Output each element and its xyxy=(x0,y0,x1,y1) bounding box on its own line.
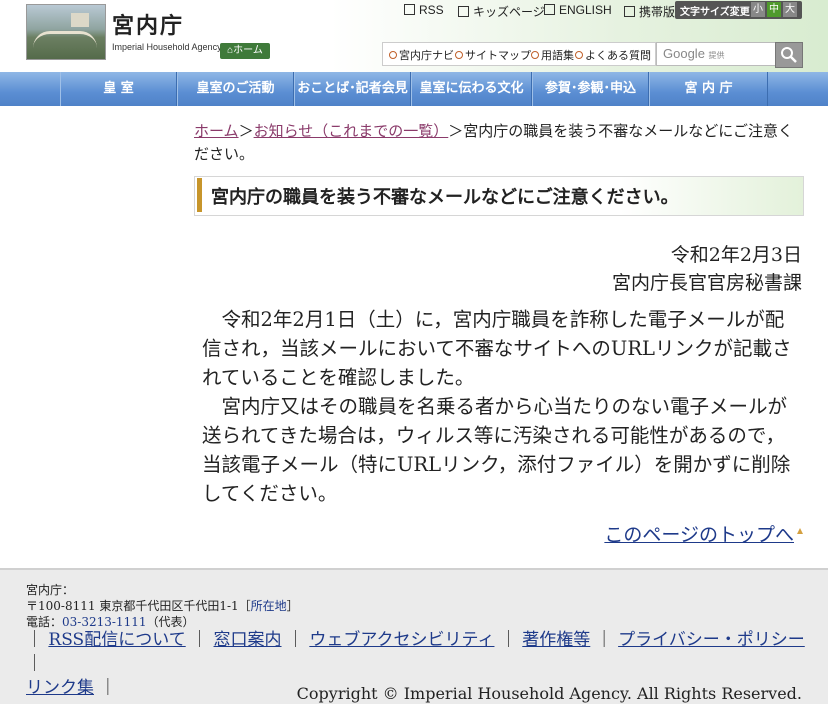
rss-icon xyxy=(404,4,415,15)
kids-icon xyxy=(458,6,469,17)
home-button-label: ホーム xyxy=(233,45,263,56)
footer-address: 〒100-8111 東京都千代田区千代田1-1［所在地］ xyxy=(26,599,299,613)
back-to-top-link[interactable]: このページのトップへ xyxy=(604,520,794,547)
search-placeholder: Google 提供 xyxy=(663,46,725,61)
glossary-link[interactable]: 用語集 xyxy=(531,47,574,63)
footer-link-accessibility[interactable]: ウェブアクセシビリティ xyxy=(309,630,494,650)
faq-link[interactable]: よくある質問 xyxy=(575,47,651,63)
global-navigation: 皇 室 皇室のご活動 おことば･記者会見 皇室に伝わる文化 参賀･参観･申込 宮… xyxy=(0,72,828,106)
page-title: 宮内庁の職員を装う不審なメールなどにご注意ください。 xyxy=(211,187,679,208)
bullet-icon xyxy=(389,51,397,59)
font-size-small-button[interactable]: 小 xyxy=(751,2,765,17)
article-org: 宮内庁長官官房秘書課 xyxy=(611,272,802,294)
rss-link[interactable]: RSS xyxy=(404,3,444,17)
sub-navigation: 宮内庁ナビ サイトマップ 用語集 よくある質問 xyxy=(382,42,656,66)
footer-org: 宮内庁： xyxy=(26,583,75,597)
nav-culture[interactable]: 皇室に伝わる文化 xyxy=(411,72,532,106)
kids-page-link[interactable]: キッズページ xyxy=(458,3,545,20)
article-date: 令和2年2月3日 xyxy=(670,244,802,266)
site-title[interactable]: 宮内庁 xyxy=(112,8,184,40)
font-size-switcher: 文字サイズ変更 小 中 大 xyxy=(675,1,802,19)
castle-shape xyxy=(71,13,89,27)
footer-link-copyright[interactable]: 著作権等 xyxy=(522,630,590,650)
font-size-large-button[interactable]: 大 xyxy=(783,2,797,17)
mobile-link[interactable]: 携帯版 xyxy=(624,3,675,20)
footer-link-links[interactable]: リンク集 xyxy=(26,678,94,698)
footer-link-privacy[interactable]: プライバシー・ポリシー xyxy=(618,630,805,650)
article-body: 令和2年2月1日（土）に，宮内庁職員を詐称した電子メールが配信され，当該メールに… xyxy=(202,305,802,508)
search-input[interactable]: Google 提供 xyxy=(656,42,776,66)
bullet-icon xyxy=(455,51,463,59)
english-icon xyxy=(544,4,555,15)
nav-activities[interactable]: 皇室のご活動 xyxy=(177,72,294,106)
up-arrow-icon xyxy=(797,528,803,534)
breadcrumb-home-link[interactable]: ホーム xyxy=(194,122,239,140)
site-footer: 宮内庁： 〒100-8111 東京都千代田区千代田1-1［所在地］ 電話：03-… xyxy=(0,568,828,704)
footer-link-rss[interactable]: RSS配信について xyxy=(48,630,185,650)
bullet-icon xyxy=(531,51,539,59)
breadcrumb: ホーム＞お知らせ（これまでの一覧）＞宮内庁の職員を装う不審なメールなどにご注意く… xyxy=(194,122,793,163)
phone-link[interactable]: 03-3213-1111 xyxy=(62,615,146,629)
font-size-medium-button[interactable]: 中 xyxy=(767,2,781,17)
site-subtitle: Imperial Household Agency xyxy=(112,42,222,52)
copyright: Copyright © Imperial Household Agency. A… xyxy=(296,684,802,703)
bridge-shape xyxy=(33,31,97,48)
footer-contact: 宮内庁： 〒100-8111 東京都千代田区千代田1-1［所在地］ 電話：03-… xyxy=(26,582,299,630)
font-size-label: 文字サイズ変更 xyxy=(680,7,750,18)
page-title-box: 宮内庁の職員を装う不審なメールなどにご注意ください。 xyxy=(194,176,804,216)
footer-link-contact[interactable]: 窓口案内 xyxy=(214,630,282,650)
nav-agency[interactable]: 宮 内 庁 xyxy=(649,72,768,106)
nav-speeches[interactable]: おことば･記者会見 xyxy=(294,72,411,106)
navi-link[interactable]: 宮内庁ナビ xyxy=(389,47,454,63)
article-paragraph: 令和2年2月1日（土）に，宮内庁職員を詐称した電子メールが配信され，当該メールに… xyxy=(202,308,792,389)
site-logo-image[interactable] xyxy=(26,4,106,60)
english-link[interactable]: ENGLISH xyxy=(544,3,612,17)
mobile-icon xyxy=(624,6,635,17)
nav-visits[interactable]: 参賀･参観･申込 xyxy=(532,72,649,106)
search-icon xyxy=(781,47,797,63)
address-map-link[interactable]: 所在地 xyxy=(251,599,287,613)
article-paragraph: 宮内庁又はその職員を名乗る者から心当たりのない電子メールが送られてきた場合は，ウ… xyxy=(202,395,791,505)
search-button[interactable] xyxy=(775,42,803,68)
bullet-icon xyxy=(575,51,583,59)
sitemap-link[interactable]: サイトマップ xyxy=(455,47,531,63)
title-accent-bar xyxy=(197,178,202,212)
nav-imperial-family[interactable]: 皇 室 xyxy=(60,72,177,106)
site-header: 宮内庁 Imperial Household Agency ⌂ホーム RSS キ… xyxy=(0,0,828,72)
home-button[interactable]: ⌂ホーム xyxy=(220,43,270,59)
breadcrumb-parent-link[interactable]: お知らせ（これまでの一覧） xyxy=(254,122,449,140)
